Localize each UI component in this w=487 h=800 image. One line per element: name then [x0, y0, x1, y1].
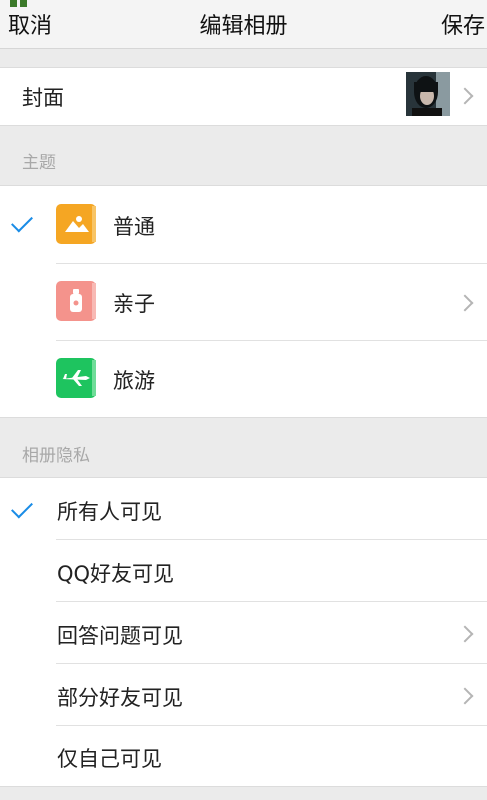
theme-label: 旅游 — [113, 369, 155, 393]
theme-option-travel[interactable]: 旅游 — [0, 341, 487, 417]
privacy-option-only-me[interactable]: 仅自己可见 — [0, 726, 487, 786]
cover-thumbnail — [406, 72, 450, 116]
privacy-list: 所有人可见 QQ好友可见 回答问题可见 部分好友可见 仅自己可见 — [0, 477, 487, 787]
theme-option-family[interactable]: 亲子 — [0, 264, 487, 340]
privacy-label: 所有人可见 — [57, 500, 162, 524]
baby-bottle-icon — [56, 281, 96, 321]
privacy-label: QQ好友可见 — [57, 562, 175, 586]
checkmark-icon — [11, 496, 33, 519]
cover-label: 封面 — [22, 86, 64, 110]
theme-section-title: 主题 — [22, 153, 56, 173]
checkmark-icon — [11, 210, 33, 233]
privacy-option-qq-friends[interactable]: QQ好友可见 — [0, 540, 487, 601]
privacy-section-title: 相册隐私 — [22, 446, 90, 466]
navigation-bar: 取消 编辑相册 保存 — [0, 0, 487, 49]
privacy-label: 部分好友可见 — [57, 686, 183, 710]
theme-label: 普通 — [113, 215, 155, 239]
privacy-label: 仅自己可见 — [57, 747, 162, 771]
cover-row[interactable]: 封面 — [0, 67, 487, 126]
landscape-photo-icon — [56, 204, 96, 244]
theme-label: 亲子 — [113, 292, 155, 316]
page-title: 编辑相册 — [199, 14, 288, 39]
save-button[interactable]: 保存 — [441, 8, 485, 40]
airplane-icon — [56, 358, 96, 398]
theme-option-normal[interactable]: 普通 — [0, 186, 487, 263]
chevron-right-icon — [456, 294, 474, 312]
chevron-right-icon — [456, 687, 474, 705]
privacy-label: 回答问题可见 — [57, 624, 183, 648]
chevron-right-icon — [456, 625, 474, 643]
privacy-option-some-friends[interactable]: 部分好友可见 — [0, 664, 487, 725]
chevron-right-icon — [456, 87, 474, 105]
privacy-option-everyone[interactable]: 所有人可见 — [0, 478, 487, 539]
privacy-option-answer-question[interactable]: 回答问题可见 — [0, 602, 487, 663]
theme-list: 普通 亲子 旅游 — [0, 185, 487, 418]
status-icon — [10, 0, 27, 7]
